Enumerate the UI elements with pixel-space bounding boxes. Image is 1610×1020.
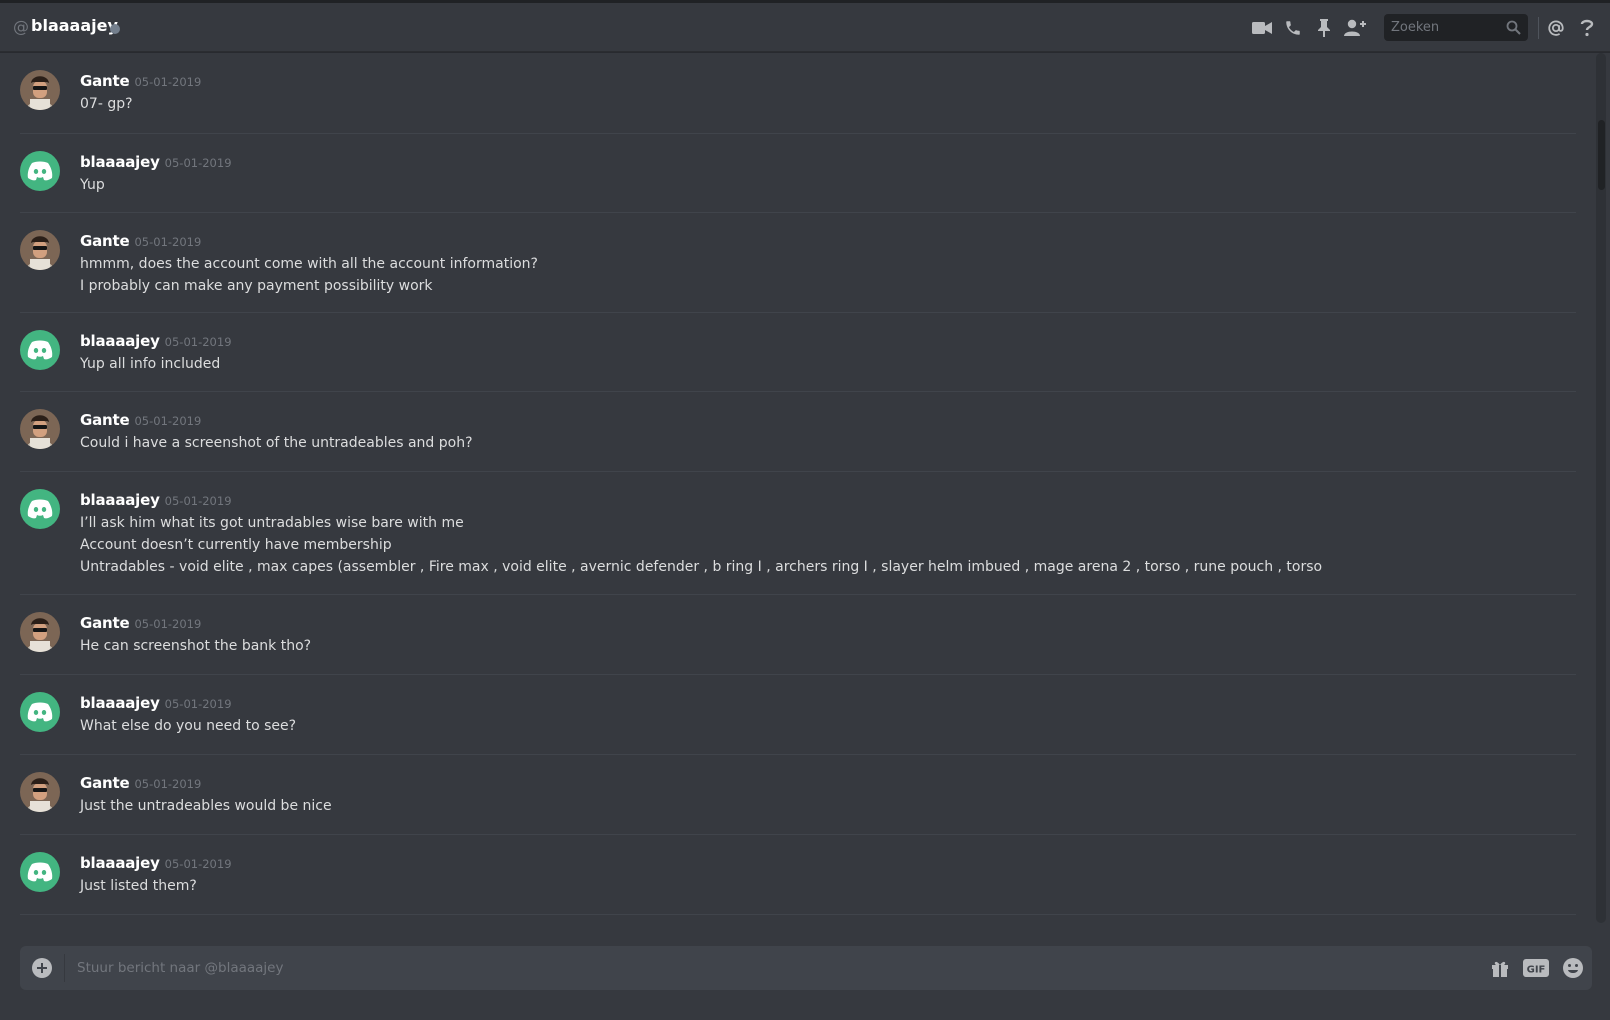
message-text: 07- gp?	[80, 96, 133, 112]
search-box[interactable]	[1384, 14, 1528, 41]
scrollbar-thumb[interactable]	[1598, 120, 1605, 190]
message-group: blaaaajey 05-01-2019 Yup	[20, 134, 1576, 213]
message-timestamp: 05-01-2019	[164, 697, 232, 711]
avatar-gante[interactable]	[20, 230, 60, 270]
message-text: hmmm, does the account come with all the…	[80, 256, 538, 272]
message-timestamp: 05-01-2019	[164, 494, 232, 508]
channel-header: @ blaaaajey	[0, 3, 1610, 52]
message-text: Just the untradeables would be nice	[80, 798, 332, 814]
message-text: I probably can make any payment possibil…	[80, 278, 433, 294]
at-icon: @	[13, 17, 29, 36]
message-group: blaaaajey 05-01-2019 What else do you nee…	[20, 675, 1576, 755]
search-input[interactable]	[1384, 14, 1502, 41]
message-text: What else do you need to see?	[80, 718, 297, 734]
message-text: Untradables - void elite , max capes (as…	[80, 559, 1323, 575]
message-timestamp: 05-01-2019	[134, 235, 202, 249]
message-text: Just listed them?	[80, 878, 197, 894]
message-text: Account doesn’t currently have membershi…	[80, 537, 392, 553]
mention-icon[interactable]	[1545, 17, 1567, 39]
add-friend-icon[interactable]	[1344, 17, 1366, 39]
message-author[interactable]: blaaaajey	[80, 153, 160, 171]
message-group: Gante 05-01-2019 Could i have a screensho…	[20, 392, 1576, 472]
message-author[interactable]: blaaaajey	[80, 491, 160, 509]
pin-icon[interactable]	[1313, 17, 1335, 39]
message-author[interactable]: Gante	[80, 614, 130, 632]
message-timestamp: 05-01-2019	[164, 335, 232, 349]
avatar-blaaaajey[interactable]	[20, 489, 60, 529]
avatar-gante[interactable]	[20, 409, 60, 449]
message-group: blaaaajey 05-01-2019 Yup all info include…	[20, 313, 1576, 392]
message-timestamp: 05-01-2019	[134, 617, 202, 631]
message-group: Gante 05-01-2019 07- gp?	[20, 53, 1576, 134]
avatar-blaaaajey[interactable]	[20, 330, 60, 370]
message-text: Could i have a screenshot of the untrade…	[80, 435, 473, 451]
channel-title: blaaaajey	[31, 16, 118, 35]
message-text: He can screenshot the bank tho?	[80, 638, 312, 654]
message-text: Yup	[80, 177, 105, 193]
message-composer: GIF	[20, 946, 1592, 990]
message-author[interactable]: blaaaajey	[80, 694, 160, 712]
svg-text:GIF: GIF	[1527, 965, 1546, 976]
video-call-icon[interactable]	[1251, 17, 1273, 39]
message-timestamp: 05-01-2019	[134, 75, 202, 89]
avatar-gante[interactable]	[20, 612, 60, 652]
gif-icon[interactable]: GIF	[1522, 957, 1550, 979]
header-divider	[1538, 17, 1539, 39]
message-group: blaaaajey 05-01-2019 Just listed them?	[20, 835, 1576, 915]
message-text: I’ll ask him what its got untradables wi…	[80, 515, 464, 531]
avatar-gante[interactable]	[20, 70, 60, 110]
message-input[interactable]	[75, 946, 1475, 990]
message-group: Gante 05-01-2019 Just the untradeables wo…	[20, 755, 1576, 835]
message-author[interactable]: Gante	[80, 411, 130, 429]
message-timestamp: 05-01-2019	[164, 857, 232, 871]
message-list: Gante 05-01-2019 07- gp? blaaaajey 05-01-2…	[0, 53, 1594, 933]
gift-icon[interactable]	[1489, 957, 1511, 979]
message-timestamp: 05-01-2019	[164, 156, 232, 170]
composer-divider	[64, 954, 65, 982]
help-icon[interactable]	[1576, 17, 1598, 39]
avatar-blaaaajey[interactable]	[20, 151, 60, 191]
message-timestamp: 05-01-2019	[134, 414, 202, 428]
message-group: Gante 05-01-2019 He can screenshot the ba…	[20, 595, 1576, 675]
emoji-icon[interactable]	[1561, 957, 1585, 979]
message-timestamp: 05-01-2019	[134, 777, 202, 791]
upload-plus-icon[interactable]	[32, 958, 52, 978]
message-author[interactable]: Gante	[80, 232, 130, 250]
avatar-blaaaajey[interactable]	[20, 692, 60, 732]
message-group: Gante 05-01-2019 hmmm, does the account c…	[20, 213, 1576, 313]
message-author[interactable]: Gante	[80, 774, 130, 792]
status-indicator	[110, 24, 120, 34]
avatar-gante[interactable]	[20, 772, 60, 812]
search-icon[interactable]	[1506, 20, 1521, 35]
message-group: blaaaajey 05-01-2019 I’ll ask him what it…	[20, 472, 1576, 595]
message-author[interactable]: blaaaajey	[80, 332, 160, 350]
message-text: Yup all info included	[80, 356, 221, 372]
message-author[interactable]: Gante	[80, 72, 130, 90]
avatar-blaaaajey[interactable]	[20, 852, 60, 892]
voice-call-icon[interactable]	[1282, 17, 1304, 39]
message-author[interactable]: blaaaajey	[80, 854, 160, 872]
